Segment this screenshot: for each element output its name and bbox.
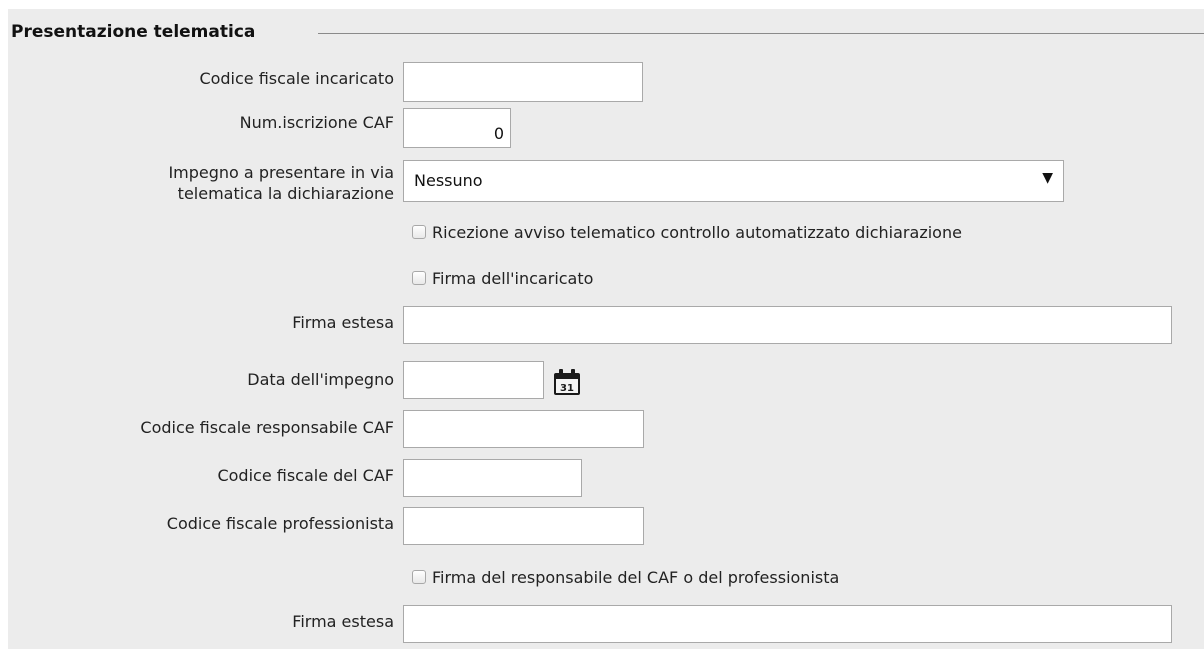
impegno-select[interactable]: Nessuno ▼: [403, 160, 1064, 202]
codice-fiscale-incaricato-input[interactable]: [403, 62, 643, 102]
ricezione-avviso-checkbox-row[interactable]: Ricezione avviso telematico controllo au…: [412, 221, 962, 243]
firma-responsabile-checkbox[interactable]: [412, 570, 426, 584]
data-impegno-label: Data dell'impegno: [247, 370, 394, 389]
impegno-label-line1: Impegno a presentare in via: [168, 163, 394, 182]
calendar-icon[interactable]: 31: [552, 368, 582, 396]
firma-incaricato-label: Firma dell'incaricato: [432, 268, 594, 288]
section-title: Presentazione telematica: [11, 20, 260, 44]
cf-caf-input[interactable]: [403, 459, 582, 497]
codice-fiscale-incaricato-label: Codice fiscale incaricato: [199, 69, 394, 88]
cf-professionista-label: Codice fiscale professionista: [166, 514, 394, 533]
firma-responsabile-checkbox-row[interactable]: Firma del responsabile del CAF o del pro…: [412, 566, 839, 588]
firma-incaricato-checkbox-row[interactable]: Firma dell'incaricato: [412, 267, 593, 289]
impegno-selected-value: Nessuno: [414, 171, 483, 190]
ricezione-avviso-checkbox[interactable]: [412, 225, 426, 239]
cf-responsabile-caf-label: Codice fiscale responsabile CAF: [140, 418, 394, 437]
data-impegno-input[interactable]: [403, 361, 544, 399]
firma-incaricato-checkbox[interactable]: [412, 271, 426, 285]
firma-estesa-label: Firma estesa: [292, 313, 394, 332]
cf-professionista-input[interactable]: [403, 507, 644, 545]
firma-responsabile-label: Firma del responsabile del CAF o del pro…: [432, 567, 840, 587]
firma-estesa-2-input[interactable]: [403, 605, 1172, 643]
num-iscrizione-caf-label: Num.iscrizione CAF: [239, 113, 394, 132]
section-header: Presentazione telematica: [8, 20, 1204, 46]
firma-estesa-2-label: Firma estesa: [292, 612, 394, 631]
down-triangle-icon: ▼: [1042, 170, 1053, 186]
impegno-label-line2: telematica la dichiarazione: [177, 184, 394, 203]
ricezione-avviso-label: Ricezione avviso telematico controllo au…: [432, 222, 962, 242]
firma-estesa-input[interactable]: [403, 306, 1172, 344]
cf-responsabile-caf-input[interactable]: [403, 410, 644, 448]
calendar-day-text: 31: [560, 383, 574, 394]
section-divider: [318, 33, 1204, 34]
cf-caf-label: Codice fiscale del CAF: [217, 466, 394, 485]
num-iscrizione-caf-input[interactable]: [403, 108, 511, 148]
